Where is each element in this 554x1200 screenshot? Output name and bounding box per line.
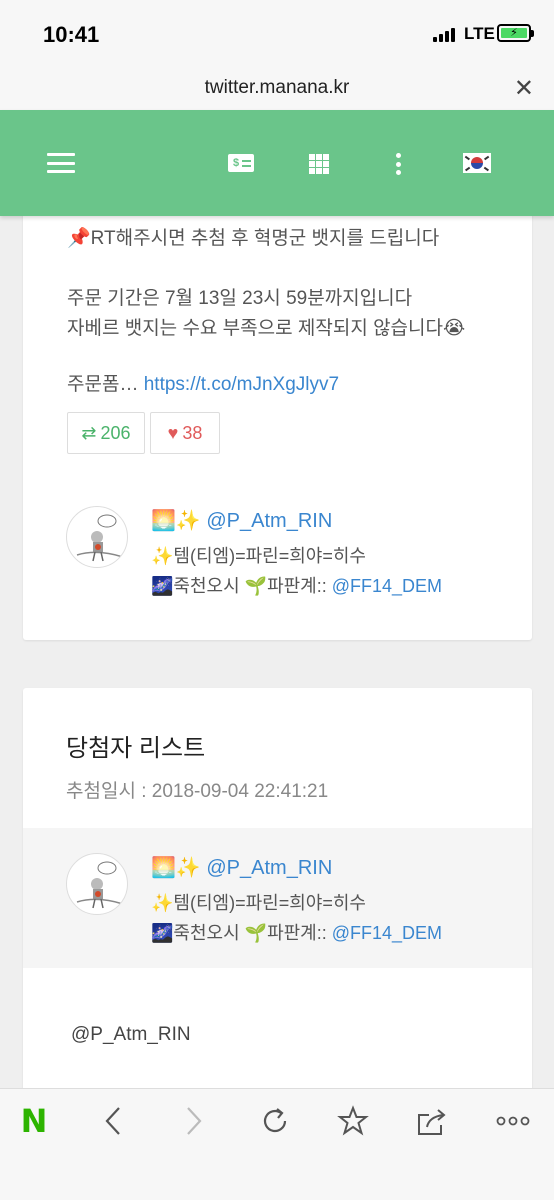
like-button[interactable]: ♥ 38	[150, 412, 220, 454]
author-emoji: 🌅✨	[151, 510, 201, 532]
winner-handle-link[interactable]: @P_Atm_RIN	[206, 857, 332, 879]
author-name-line: 🌅✨ @P_Atm_RIN	[151, 508, 332, 533]
tweet-form-label: 주문폼…	[67, 374, 144, 395]
winners-title: 당첨자 리스트	[66, 735, 206, 762]
avatar[interactable]	[66, 853, 128, 915]
winner-bio-2-text: 🌌죽천오시 🌱파판계::	[151, 923, 332, 943]
tweet-link[interactable]: https://t.co/mJnXgJlyv7	[144, 374, 339, 395]
kebab-icon[interactable]	[395, 153, 401, 175]
winners-card: 당첨자 리스트 추첨일시 : 2018-09-04 22:41:21 🌅✨ @P…	[23, 688, 532, 1088]
bookmark-star-icon[interactable]	[335, 1103, 371, 1139]
browser-toolbar: N	[0, 1088, 554, 1200]
naver-home-icon[interactable]: N	[16, 1102, 52, 1140]
winner-bio-1: ✨템(티엠)=파린=희야=히수	[151, 893, 366, 913]
close-icon[interactable]: ✕	[514, 74, 534, 103]
forward-icon[interactable]	[176, 1103, 212, 1139]
app-header: $	[0, 110, 554, 216]
winner-emoji: 🌅✨	[151, 857, 201, 879]
more-icon[interactable]	[495, 1103, 531, 1139]
draw-date: 추첨일시 : 2018-09-04 22:41:21	[66, 781, 329, 802]
status-bar: 10:41 LTE ⚡	[0, 0, 554, 68]
retweet-icon: ⇄	[81, 422, 97, 443]
heart-icon: ♥	[167, 422, 179, 443]
tweet-line-2: 주문 기간은 7월 13일 23시 59분까지입니다	[67, 288, 413, 309]
grid-icon[interactable]	[309, 154, 329, 174]
share-icon[interactable]	[414, 1103, 450, 1139]
money-icon[interactable]: $	[228, 154, 254, 172]
tweet-line-4: 주문폼… https://t.co/mJnXgJlyv7	[67, 369, 339, 396]
page-content[interactable]: 📌RT해주시면 추첨 후 혁명군 뱃지를 드립니다 주문 기간은 7월 13일 …	[0, 110, 554, 1088]
back-icon[interactable]	[95, 1103, 131, 1139]
network-label: LTE	[464, 24, 495, 43]
winner-bio-link[interactable]: @FF14_DEM	[332, 923, 442, 943]
korea-flag-icon[interactable]	[463, 153, 491, 173]
tweet-line-3: 자베르 뱃지는 수요 부족으로 제작되지 않습니다😭	[67, 318, 466, 339]
winner-bio-2: 🌌죽천오시 🌱파판계:: @FF14_DEM	[151, 919, 442, 945]
signal-icon	[433, 28, 455, 42]
refresh-icon[interactable]	[257, 1103, 293, 1139]
winner-handle-text: @P_Atm_RIN	[71, 1024, 191, 1045]
author-bio-1: ✨템(티엠)=파린=희야=히수	[151, 546, 366, 566]
hamburger-icon[interactable]	[47, 153, 75, 173]
like-count: 38	[182, 422, 203, 443]
author-handle[interactable]: @P_Atm_RIN	[206, 510, 332, 532]
retweet-count: 206	[100, 422, 131, 443]
retweet-button[interactable]: ⇄ 206	[67, 412, 145, 454]
battery-icon: ⚡	[497, 24, 534, 42]
author-bio-link[interactable]: @FF14_DEM	[332, 576, 442, 596]
winner-profile: 🌅✨ @P_Atm_RIN ✨템(티엠)=파린=희야=히수 🌌죽천오시 🌱파판계…	[23, 828, 532, 968]
status-time: 10:41	[43, 22, 100, 47]
winner-name-line: 🌅✨ @P_Atm_RIN	[151, 855, 332, 880]
author-profile: 🌅✨ @P_Atm_RIN ✨템(티엠)=파린=희야=히수 🌌죽천오시 🌱파판계…	[23, 500, 532, 620]
url-bar: twitter.manana.kr ✕	[0, 68, 554, 110]
avatar[interactable]	[66, 506, 128, 568]
author-bio-2: 🌌죽천오시 🌱파판계:: @FF14_DEM	[151, 572, 442, 598]
author-bio-2-text: 🌌죽천오시 🌱파판계::	[151, 576, 332, 596]
url-text[interactable]: twitter.manana.kr	[0, 77, 554, 99]
tweet-line-1: 📌RT해주시면 추첨 후 혁명군 뱃지를 드립니다	[67, 228, 440, 249]
